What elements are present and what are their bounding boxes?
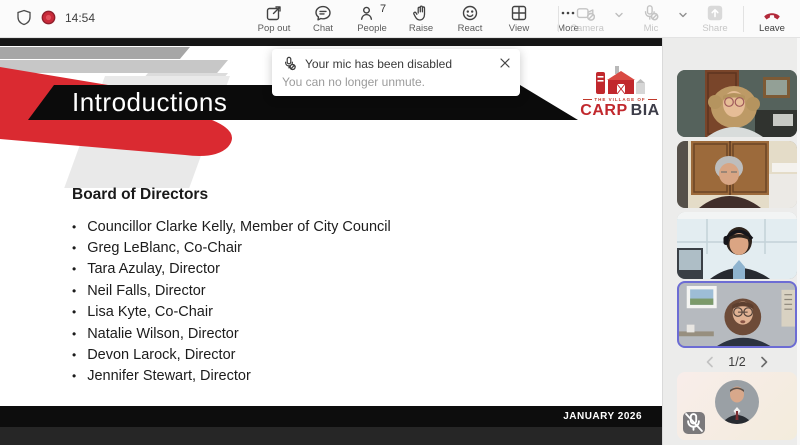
leave-button[interactable]: Leave (752, 2, 792, 35)
list-item: • Neil Falls, Director (72, 282, 206, 299)
participant-2-video-feed (677, 141, 797, 208)
list-item: • Lisa Kyte, Co-Chair (72, 304, 213, 321)
mic-off-icon (640, 3, 662, 23)
view-button[interactable]: View (499, 2, 539, 35)
people-icon (358, 3, 378, 23)
participant-3-video-feed (677, 212, 797, 279)
carp-bia-logo: THE VILLAGE OF CARP BIA (580, 66, 659, 120)
list-item: • Councillor Clarke Kelly, Member of City… (72, 218, 391, 235)
logo-name-carp: CARP (580, 102, 628, 119)
raise-hand-icon (411, 3, 431, 23)
people-count-badge: 7 (379, 3, 387, 15)
react-smiley-icon (460, 3, 480, 23)
participant-video-2[interactable] (677, 141, 797, 208)
chat-button[interactable]: Chat (303, 2, 343, 35)
share-button[interactable]: Share (695, 2, 735, 35)
logo-dash (583, 99, 593, 100)
leave-call-icon (761, 3, 783, 23)
meeting-toolbar: 14:54 Pop out Chat 7 People Raise React … (0, 0, 800, 38)
participants-sidebar: 1/2 (662, 38, 800, 445)
logo-dash (647, 99, 657, 100)
mic-disabled-toast: Your mic has been disabled You can no lo… (272, 49, 520, 96)
participant-video-3[interactable] (677, 212, 797, 279)
list-item: • Natalie Wilson, Director (72, 325, 239, 342)
pagination-prev-icon[interactable] (705, 356, 715, 368)
toast-title: Your mic has been disabled (305, 56, 452, 71)
share-screen-icon (705, 3, 725, 23)
toast-close-icon[interactable] (499, 57, 511, 69)
shared-window-top-bar (0, 39, 662, 46)
camera-button[interactable]: Camera (567, 2, 607, 35)
shield-icon (16, 9, 32, 26)
presentation-slide: Introductions THE VILLAGE OF CARP BIA Bo… (0, 46, 662, 427)
list-item: • Tara Azulay, Director (72, 261, 220, 278)
self-muted-mic-badge (683, 412, 705, 434)
popout-icon (264, 3, 284, 23)
list-item: • Devon Larock, Director (72, 347, 236, 364)
slide-footer-bar: JANUARY 2026 (0, 406, 662, 427)
logo-name-bia: BIA (630, 102, 660, 119)
participants-pagination: 1/2 (677, 352, 797, 372)
participant-video-1[interactable] (677, 70, 797, 137)
participant-video-4-active-speaker[interactable] (677, 281, 797, 348)
participant-4-video-feed (679, 283, 795, 346)
slide-heading: Board of Directors (72, 186, 209, 203)
barn-logo-icon (596, 66, 645, 95)
muted-mic-icon (685, 413, 703, 432)
participant-1-video-feed (677, 70, 797, 137)
pagination-next-icon[interactable] (759, 356, 769, 368)
recording-indicator-icon (41, 10, 56, 25)
self-avatar-photo (715, 380, 759, 424)
slide-title: Introductions (72, 87, 228, 117)
slide-gray-band (0, 47, 191, 59)
people-button[interactable]: 7 People (352, 2, 392, 35)
toast-subtitle: You can no longer unmute. (282, 75, 425, 89)
mic-button[interactable]: Mic (631, 2, 671, 35)
camera-off-icon (575, 3, 599, 23)
camera-options-chevron-icon[interactable] (612, 8, 626, 27)
list-item: • Jennifer Stewart, Director (72, 368, 251, 385)
pagination-label: 1/2 (728, 355, 746, 369)
mic-options-chevron-icon[interactable] (676, 8, 690, 27)
view-grid-icon (509, 3, 529, 23)
raise-hand-button[interactable]: Raise (401, 2, 441, 35)
toolbar-divider (743, 6, 744, 32)
self-view-tile[interactable] (677, 372, 797, 440)
meeting-time: 14:54 (65, 10, 96, 25)
avatar (715, 380, 759, 424)
react-button[interactable]: React (450, 2, 490, 35)
toolbar-divider (558, 6, 559, 32)
popout-button[interactable]: Pop out (254, 2, 294, 35)
shared-screen-stage: Introductions THE VILLAGE OF CARP BIA Bo… (0, 38, 662, 445)
board-members-list: • Councillor Clarke Kelly, Member of City… (72, 216, 391, 387)
list-item: • Greg LeBlanc, Co-Chair (72, 240, 242, 257)
slide-footer-date: JANUARY 2026 (563, 411, 642, 422)
mic-disabled-icon (282, 56, 297, 71)
chat-icon (313, 3, 333, 23)
